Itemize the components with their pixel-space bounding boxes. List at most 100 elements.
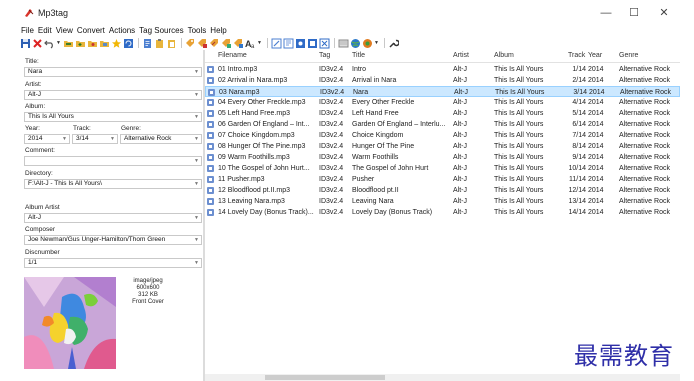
audio-file-icon (207, 132, 214, 139)
save-icon[interactable] (20, 38, 31, 49)
composer-field[interactable]: Joe Newman/Gus Unger-Hamilton/Thom Green… (24, 235, 202, 245)
menu-tools[interactable]: Tools (187, 25, 210, 36)
chevron-down-icon[interactable]: ▼ (194, 180, 199, 188)
genre-field[interactable]: Alternative Rock ▼ (120, 134, 202, 144)
chevron-down-icon[interactable]: ▼ (194, 259, 199, 267)
directory-field[interactable]: F:\Alt-J - This Is All Yours\ ▼ (24, 179, 202, 189)
scrollbar-thumb[interactable] (265, 375, 385, 380)
chevron-down-icon[interactable]: ▼ (194, 135, 199, 143)
case-conversion-icon[interactable]: Aa (245, 38, 256, 49)
star-icon[interactable] (111, 38, 122, 49)
chevron-down-icon[interactable]: ▼ (194, 157, 199, 165)
column-header-title[interactable]: Title (352, 50, 365, 62)
year-label: Year: (25, 125, 40, 132)
table-row[interactable]: 10 The Gospel of John Hurt... ID3v2.4 The … (205, 163, 680, 174)
column-header-year[interactable]: Year (588, 50, 602, 62)
cell-year: 2014 (588, 110, 604, 117)
comment-field[interactable]: ▼ (24, 156, 202, 166)
tag-from-filename-icon[interactable] (233, 38, 244, 49)
minimize-button[interactable]: — (598, 6, 614, 20)
web-source-dropdown-globe-icon[interactable] (362, 38, 373, 49)
discnumber-field[interactable]: 1/1 ▼ (24, 258, 202, 268)
album-cover-art[interactable] (24, 277, 116, 369)
chevron-down-icon[interactable]: ▼ (110, 135, 115, 143)
table-row[interactable]: 08 Hunger Of The Pine.mp3 ID3v2.4 Hunger O… (205, 141, 680, 152)
artist-field[interactable]: Alt-J ▼ (24, 90, 202, 100)
table-row[interactable]: 14 Lovely Day (Bonus Track)... ID3v2.4 Lov… (205, 207, 680, 218)
undo-icon[interactable] (44, 38, 55, 49)
action-icon[interactable] (271, 38, 282, 49)
playlist-icon[interactable] (142, 38, 153, 49)
table-row[interactable]: 06 Garden Of England – Int... ID3v2.4 Gard… (205, 119, 680, 130)
title-field[interactable]: Nara ▼ (24, 67, 202, 77)
track-label: Track: (73, 125, 91, 132)
add-directory-icon[interactable] (75, 38, 86, 49)
close-button[interactable]: ✕ (656, 6, 672, 20)
year-value: 2014 (28, 135, 43, 142)
cell-track: 2/14 (572, 77, 586, 84)
tag-file-icon[interactable] (185, 38, 196, 49)
clipboard-paste-icon[interactable] (166, 38, 177, 49)
menu-actions[interactable]: Actions (108, 25, 138, 36)
web-source-globe-icon[interactable] (350, 38, 361, 49)
menu-convert[interactable]: Convert (76, 25, 108, 36)
web-source-musicbrainz-icon[interactable] (338, 38, 349, 49)
cell-track: 13/14 (568, 198, 586, 205)
column-header-tag[interactable]: Tag (319, 50, 330, 62)
menu-view[interactable]: View (55, 25, 76, 36)
table-row[interactable]: 13 Leaving Nara.mp3 ID3v2.4 Leaving Nara Al… (205, 196, 680, 207)
column-header-genre[interactable]: Genre (619, 50, 638, 62)
table-row[interactable]: 07 Choice Kingdom.mp3 ID3v2.4 Choice Kingd… (205, 130, 680, 141)
cell-tag: ID3v2.4 (319, 110, 344, 117)
table-row[interactable]: 01 Intro.mp3 ID3v2.4 Intro Alt-J This Is All… (205, 64, 680, 75)
menu-edit[interactable]: Edit (37, 25, 55, 36)
track-field[interactable]: 3/14 ▼ (72, 134, 118, 144)
menu-help[interactable]: Help (209, 25, 229, 36)
actions-dropdown-icon[interactable]: ▼ (257, 38, 262, 49)
table-row[interactable]: 02 Arrival in Nara.mp3 ID3v2.4 Arrival in … (205, 75, 680, 86)
chevron-down-icon[interactable]: ▼ (194, 68, 199, 76)
column-header-track[interactable]: Track (568, 50, 585, 62)
album-artist-field[interactable]: Alt-J ▼ (24, 213, 202, 223)
table-row[interactable]: 11 Pusher.mp3 ID3v2.4 Pusher Alt-J This Is A… (205, 174, 680, 185)
file-tag-icon[interactable] (197, 38, 208, 49)
menu-file[interactable]: File (20, 25, 37, 36)
cell-filename: 05 Left Hand Free.mp3 (218, 110, 290, 117)
favorites-folder-icon[interactable] (99, 38, 110, 49)
cell-filename: 02 Arrival in Nara.mp3 (218, 77, 288, 84)
table-row[interactable]: 12 Bloodflood pt.II.mp3 ID3v2.4 Bloodflood… (205, 185, 680, 196)
cell-album: This Is All Yours (494, 176, 544, 183)
favorites-icon[interactable] (87, 38, 98, 49)
column-header-artist[interactable]: Artist (453, 50, 469, 62)
web-source-amazon-icon[interactable] (307, 38, 318, 49)
table-row[interactable]: 05 Left Hand Free.mp3 ID3v2.4 Left Hand Fr… (205, 108, 680, 119)
web-source-discogs-icon[interactable] (319, 38, 330, 49)
web-source-freedb-icon[interactable] (295, 38, 306, 49)
year-field[interactable]: 2014 ▼ (24, 134, 70, 144)
web-sources-dropdown-icon[interactable]: ▼ (374, 38, 379, 49)
clipboard-copy-icon[interactable] (154, 38, 165, 49)
chevron-down-icon[interactable]: ▼ (62, 135, 67, 143)
tag-tag-icon[interactable] (209, 38, 220, 49)
menu-tag-sources[interactable]: Tag Sources (138, 25, 186, 36)
chevron-down-icon[interactable]: ▼ (194, 236, 199, 244)
cell-track: 6/14 (572, 121, 586, 128)
table-row[interactable]: 09 Warm Foothills.mp3 ID3v2.4 Warm Foothil… (205, 152, 680, 163)
undo-dropdown-icon[interactable]: ▼ (56, 38, 61, 49)
change-directory-icon[interactable] (63, 38, 74, 49)
chevron-down-icon[interactable]: ▼ (194, 113, 199, 121)
text-file-icon[interactable] (221, 38, 232, 49)
wrench-icon[interactable] (388, 38, 399, 49)
table-row[interactable]: 03 Nara.mp3 ID3v2.4 Nara Alt-J This Is All Y… (205, 86, 680, 97)
chevron-down-icon[interactable]: ▼ (194, 91, 199, 99)
remove-icon[interactable] (32, 38, 43, 49)
chevron-down-icon[interactable]: ▼ (194, 214, 199, 222)
table-row[interactable]: 04 Every Other Freckle.mp3 ID3v2.4 Every O… (205, 97, 680, 108)
column-header-album[interactable]: Album (494, 50, 514, 62)
maximize-button[interactable]: ☐ (626, 6, 642, 20)
refresh-icon[interactable] (123, 38, 134, 49)
album-field[interactable]: This Is All Yours ▼ (24, 112, 202, 122)
export-icon[interactable] (283, 38, 294, 49)
column-header-filename[interactable]: Filename (218, 50, 247, 62)
horizontal-scrollbar[interactable] (205, 374, 680, 381)
